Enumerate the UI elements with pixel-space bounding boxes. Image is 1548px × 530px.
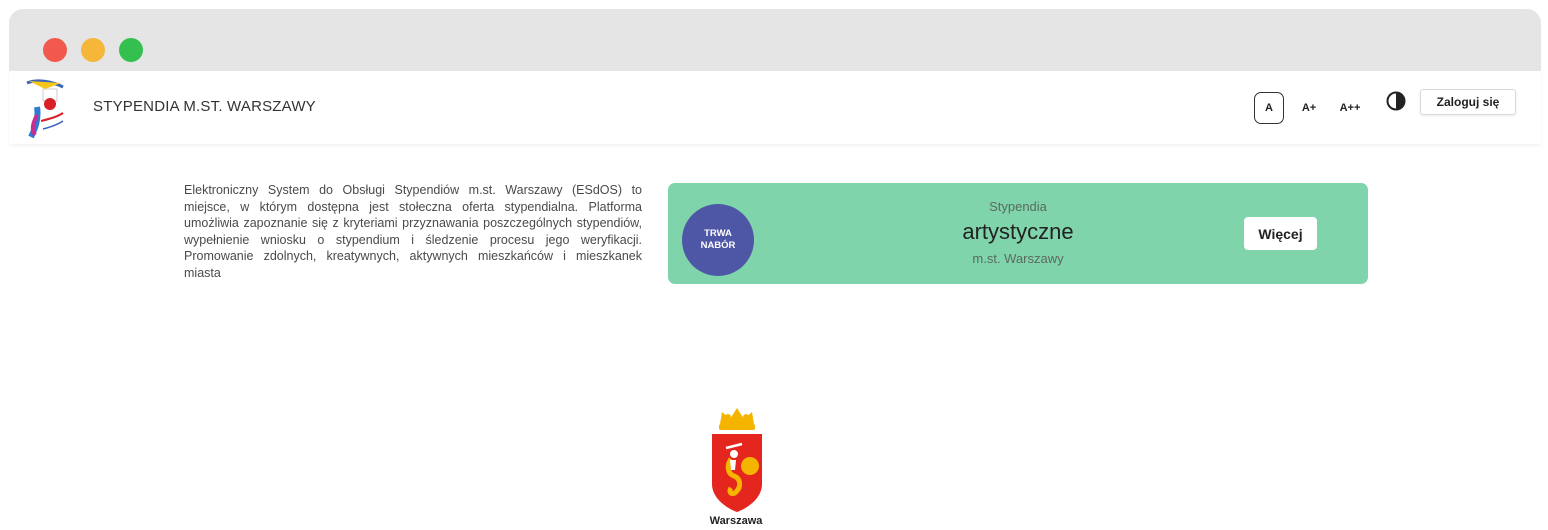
- site-title[interactable]: STYPENDIA M.ST. WARSZAWY: [93, 98, 316, 115]
- recruitment-badge: TRWA NABÓR: [682, 204, 754, 276]
- login-button[interactable]: Zaloguj się: [1420, 89, 1516, 115]
- minimize-window-button[interactable]: [81, 38, 105, 62]
- contrast-icon[interactable]: [1386, 91, 1406, 111]
- site-header: STYPENDIA M.ST. WARSZAWY A A+ A++ Zalogu…: [9, 71, 1541, 144]
- badge-line-1: TRWA: [704, 228, 732, 239]
- close-window-button[interactable]: [43, 38, 67, 62]
- card-subtitle: m.st. Warszawy: [972, 251, 1064, 266]
- site-logo-icon[interactable]: [23, 77, 85, 141]
- more-button[interactable]: Więcej: [1244, 217, 1317, 250]
- card-title: artystyczne: [962, 219, 1074, 244]
- scholarship-card[interactable]: TRWA NABÓR Stypendia artystyczne m.st. W…: [668, 183, 1368, 284]
- font-size-large-button[interactable]: A+: [1295, 92, 1323, 124]
- browser-title-bar: [9, 9, 1541, 71]
- card-label-top: Stypendia: [989, 199, 1047, 214]
- badge-line-2: NABÓR: [700, 240, 736, 251]
- font-size-xlarge-button[interactable]: A++: [1334, 92, 1366, 124]
- footer-caption: Warszawa: [709, 515, 763, 527]
- maximize-window-button[interactable]: [119, 38, 143, 62]
- intro-text: Elektroniczny System do Obsługi Stypendi…: [184, 183, 642, 280]
- font-size-normal-button[interactable]: A: [1254, 92, 1284, 124]
- warsaw-crest-icon: [712, 408, 762, 512]
